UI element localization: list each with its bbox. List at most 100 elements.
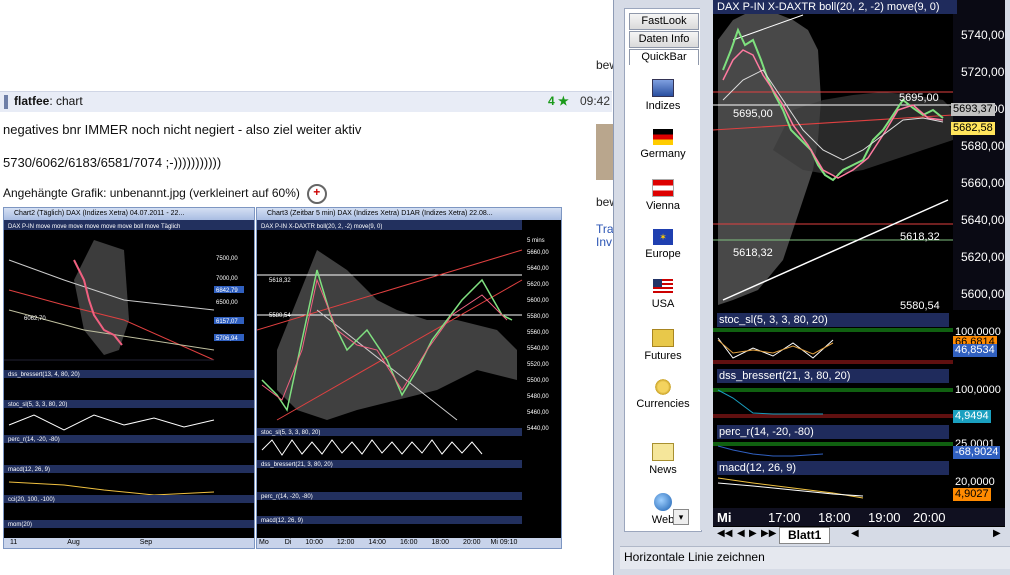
svg-text:5500,00: 5500,00 [527,378,549,384]
side-link-tra[interactable]: Tra [596,222,614,236]
globe-icon [654,493,672,511]
svg-text:5706,94: 5706,94 [216,336,238,342]
status-bar: Horizontale Linie zeichnen [620,546,1010,569]
zoom-icon[interactable]: + [307,184,328,204]
quick-item-usa[interactable]: USA [625,279,701,310]
scroll-left-icon[interactable]: ◀ [851,528,859,539]
main-chart-title: DAX P-IN X-DAXTR boll(20, 2, -2) move(9,… [713,0,957,14]
svg-text:5580,00: 5580,00 [527,314,549,320]
futures-icon [652,329,674,347]
post-line-1: negatives bnr IMMER noch nicht negiert -… [3,122,362,137]
post-score: 4 ★ [548,94,569,108]
level-label-5580: 5580,54 [900,300,940,312]
svg-text:dss_bressert(13, 4, 80, 20): dss_bressert(13, 4, 80, 20) [8,372,80,378]
indicator-lines-svg [713,328,953,499]
svg-text:6157,07: 6157,07 [216,319,238,325]
splitter[interactable] [700,0,713,530]
quick-item-indizes[interactable]: Indizes [625,79,701,112]
indicator-value: 46,8534 [953,344,997,357]
level-label-5618: 5618,32 [900,231,940,243]
svg-text:macd(12, 26, 9): macd(12, 26, 9) [261,518,303,524]
main-chart: DAX P-IN X-DAXTR boll(20, 2, -2) move(9,… [713,0,1005,528]
svg-text:cci(20, 100, -100): cci(20, 100, -100) [8,497,55,503]
thumbnail-titlebar: Chart3 (Zeitbar 5 min) DAX (Indizes Xetr… [257,208,561,220]
indicator-title-stoc: stoc_sl(5, 3, 3, 80, 20) [717,313,949,327]
svg-text:5560,00: 5560,00 [527,330,549,336]
nav-prev-icon[interactable]: ◀ [737,528,745,539]
svg-text:6062,70: 6062,70 [24,316,46,322]
quick-item-web[interactable]: Web [625,493,701,526]
avatar [596,124,614,180]
post-author[interactable]: flatfee: chart [14,94,83,108]
svg-text:5480,00: 5480,00 [527,394,549,400]
quick-item-germany[interactable]: Germany [625,129,701,160]
tab-daten-info[interactable]: Daten Info [629,31,699,48]
svg-text:5440,00: 5440,00 [527,426,549,432]
thumbnail-titlebar: Chart2 (Täglich) DAX (Indizes Xetra) 04.… [4,208,254,220]
svg-text:7000,00: 7000,00 [216,276,238,282]
chevron-down-icon[interactable]: ▾ [673,509,689,525]
news-icon [652,443,674,461]
thumbnail-xaxis: 11 Aug Sep [4,538,254,548]
germany-flag-icon [653,129,673,145]
level-label-5618-left: 5618,32 [733,247,773,259]
svg-text:5640,00: 5640,00 [527,266,549,272]
scroll-right-icon[interactable]: ▶ [993,528,1001,539]
tab-blatt1[interactable]: Blatt1 [779,527,831,544]
thumbnail-chart-svg: DAX P-IN X-DAXTR boll(20, 2, -2) move(9,… [257,220,561,548]
nav-last-icon[interactable]: ▶▶ [761,528,776,539]
svg-text:5520,00: 5520,00 [527,362,549,368]
level-label-5695: 5695,00 [733,108,773,120]
svg-text:5460,00: 5460,00 [527,410,549,416]
coins-icon [653,379,673,395]
attachment-label: Angehängte Grafik: unbenannt.jpg (verkle… [3,184,328,204]
svg-text:dss_bressert(21, 3, 80, 20): dss_bressert(21, 3, 80, 20) [261,462,333,468]
post-header: flatfee: chart 4 ★ 09:42 [0,91,612,112]
tab-fastlook[interactable]: FastLook [629,13,699,30]
svg-text:5600,00: 5600,00 [527,298,549,304]
quick-item-europe[interactable]: ✶ Europe [625,229,701,260]
post-marker [4,95,8,109]
svg-text:5660,00: 5660,00 [527,250,549,256]
indicator-value: 100,0000 [955,384,1001,396]
price-axis: 5740,005720,005700,005680,005660,005640,… [961,28,1005,301]
thumbnail-xaxis: Mo Di 10:00 12:00 14:00 16:00 18:00 20:00 Mi 09:… [257,538,561,548]
svg-text:5618,32: 5618,32 [269,278,291,284]
austria-flag-icon [652,179,674,197]
svg-text:stoc_sl(5, 3, 3, 80, 20): stoc_sl(5, 3, 3, 80, 20) [261,430,320,436]
nav-first-icon[interactable]: ◀◀ [717,528,732,539]
svg-text:6500,00: 6500,00 [216,300,238,306]
sheet-tabs-bar: ◀◀ ◀ ▶ ▶▶ Blatt1 ◀ ▶ [713,527,1010,544]
svg-text:perc_r(14, -20, -80): perc_r(14, -20, -80) [8,437,60,443]
star-icon[interactable]: ★ [558,94,569,108]
quick-item-vienna[interactable]: Vienna [625,179,701,212]
side-link-inv[interactable]: Inv [596,235,612,249]
quick-item-currencies[interactable]: Currencies [625,379,701,410]
quick-item-futures[interactable]: Futures [625,329,701,362]
nav-next-icon[interactable]: ▶ [749,528,757,539]
svg-text:stoc_sl(5, 3, 3, 80, 20): stoc_sl(5, 3, 3, 80, 20) [8,402,67,408]
svg-text:DAX P-IN move move move move: DAX P-IN move move move move move move b… [8,224,180,230]
thumbnail-chart-svg: DAX P-IN move move move move move move b… [4,220,254,548]
status-text: Horizontale Linie zeichnen [624,550,765,564]
indicator-value: 4,9494 [953,410,991,423]
svg-text:macd(12, 26, 9): macd(12, 26, 9) [8,467,50,473]
eu-flag-icon: ✶ [653,229,673,245]
price-tag-5682: 5682,58 [951,122,995,135]
quickbar-panel: FastLook Daten Info QuickBar Indizes Ger… [624,8,702,532]
post-line-2: 5730/6062/6183/6581/7074 ;-))))))))))) [3,155,222,170]
svg-text:5540,00: 5540,00 [527,346,549,352]
svg-text:perc_r(14, -20, -80): perc_r(14, -20, -80) [261,494,313,500]
time-axis: Mi 17:00 18:00 19:00 20:00 [713,508,1005,526]
quick-item-news[interactable]: News [625,443,701,476]
indicator-value: 4,9027 [953,488,991,501]
svg-text:mom(20): mom(20) [8,522,32,528]
svg-text:5580,54: 5580,54 [269,313,291,319]
usa-flag-icon [653,279,673,295]
svg-text:5620,00: 5620,00 [527,282,549,288]
tab-quickbar[interactable]: QuickBar [629,49,699,65]
price-tag-5693: 5693,37 [951,103,995,116]
thumbnail-chart-5min: Chart3 (Zeitbar 5 min) DAX (Indizes Xetr… [256,207,562,549]
indices-icon [652,79,674,97]
svg-text:7500,00: 7500,00 [216,256,238,262]
